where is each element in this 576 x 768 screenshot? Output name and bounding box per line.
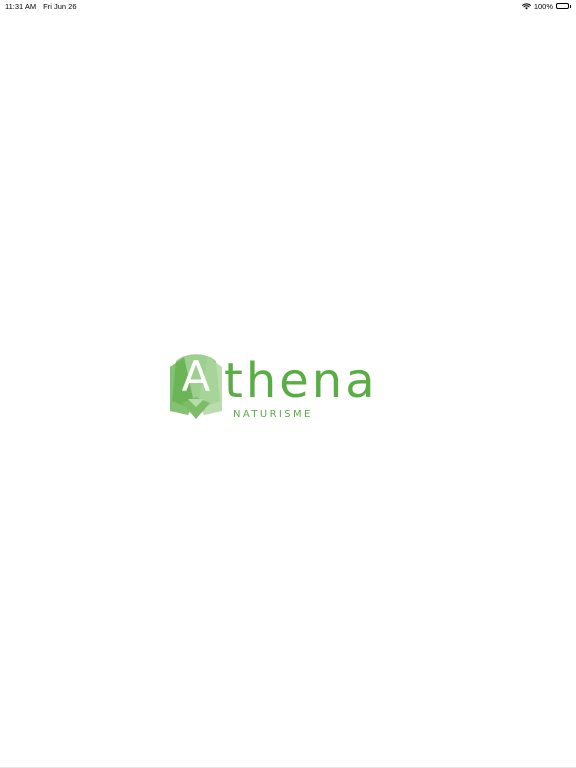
battery-icon <box>556 3 571 9</box>
wifi-icon <box>521 2 531 9</box>
status-date: Fri Jun 26 <box>43 1 77 11</box>
logo-letter-a: A <box>182 353 211 401</box>
logo-wordmark: thena <box>224 353 378 409</box>
status-bar: 11:31 AM Fri Jun 26 100% <box>0 0 576 12</box>
battery-percent: 100% <box>533 1 553 11</box>
logo-subtitle: NATURISME <box>233 409 313 420</box>
status-right: 100% <box>521 1 571 11</box>
status-left: 11:31 AM Fri Jun 26 <box>5 2 77 11</box>
logo-leaf-mark: A <box>170 353 222 419</box>
status-time: 11:31 AM <box>5 1 37 11</box>
athena-logo: A thena NATURISME <box>168 353 410 423</box>
splash-screen: 11:31 AM Fri Jun 26 100% A thena NATURIS… <box>0 0 576 768</box>
